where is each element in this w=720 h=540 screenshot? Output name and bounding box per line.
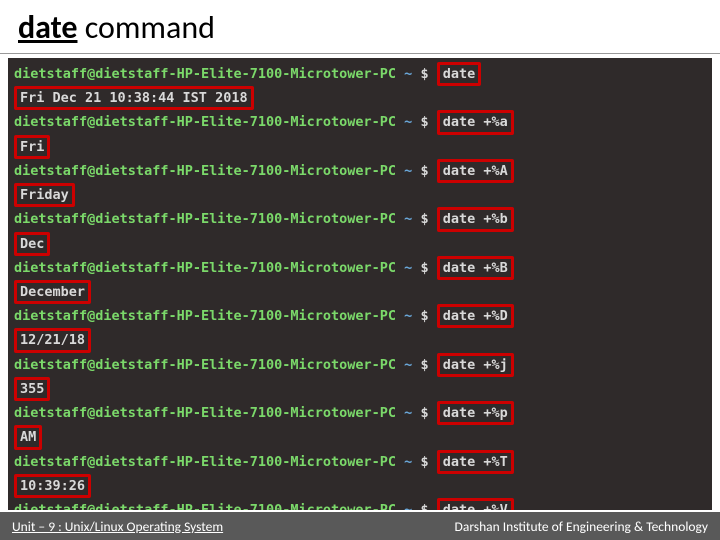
terminal-prompt-line: dietstaff@dietstaff-HP-Elite-7100-Microt…	[14, 256, 706, 280]
terminal: dietstaff@dietstaff-HP-Elite-7100-Microt…	[8, 58, 712, 510]
footer-right: Darshan Institute of Engineering & Techn…	[455, 518, 708, 535]
terminal-prompt-line: dietstaff@dietstaff-HP-Elite-7100-Microt…	[14, 62, 706, 86]
terminal-output-line: 10:39:26	[14, 474, 706, 498]
footer: Unit – 9 : Unix/Linux Operating System D…	[0, 512, 720, 540]
terminal-prompt-line: dietstaff@dietstaff-HP-Elite-7100-Microt…	[14, 110, 706, 134]
footer-left: Unit – 9 : Unix/Linux Operating System	[12, 518, 223, 535]
title-bold: date	[18, 8, 77, 47]
terminal-output-line: Fri Dec 21 10:38:44 IST 2018	[14, 86, 706, 110]
terminal-output-line: Friday	[14, 183, 706, 207]
terminal-output-line: Fri	[14, 135, 706, 159]
terminal-prompt-line: dietstaff@dietstaff-HP-Elite-7100-Microt…	[14, 498, 706, 510]
terminal-output-line: 355	[14, 377, 706, 401]
terminal-prompt-line: dietstaff@dietstaff-HP-Elite-7100-Microt…	[14, 450, 706, 474]
terminal-prompt-line: dietstaff@dietstaff-HP-Elite-7100-Microt…	[14, 159, 706, 183]
title-rest: command	[77, 8, 214, 47]
terminal-output-line: Dec	[14, 232, 706, 256]
terminal-prompt-line: dietstaff@dietstaff-HP-Elite-7100-Microt…	[14, 304, 706, 328]
terminal-output-line: December	[14, 280, 706, 304]
title-divider	[0, 53, 720, 54]
terminal-output-line: AM	[14, 425, 706, 449]
terminal-prompt-line: dietstaff@dietstaff-HP-Elite-7100-Microt…	[14, 401, 706, 425]
terminal-prompt-line: dietstaff@dietstaff-HP-Elite-7100-Microt…	[14, 207, 706, 231]
terminal-output-line: 12/21/18	[14, 328, 706, 352]
terminal-prompt-line: dietstaff@dietstaff-HP-Elite-7100-Microt…	[14, 353, 706, 377]
slide-title: date command	[0, 0, 720, 51]
